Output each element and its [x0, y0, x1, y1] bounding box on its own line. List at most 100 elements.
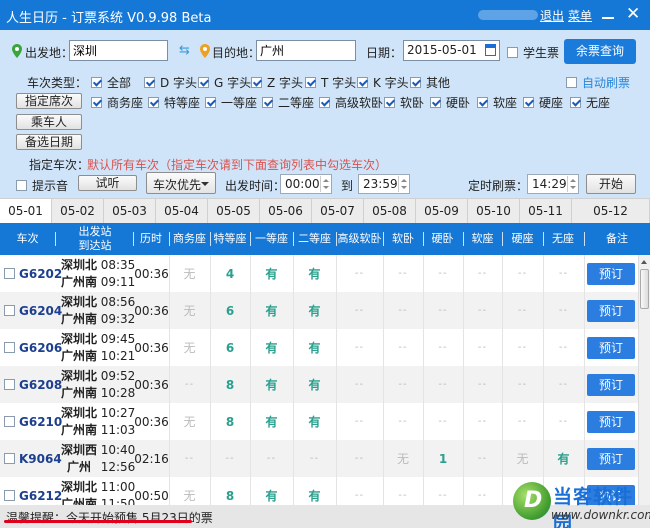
menu-link[interactable]: 菜单	[568, 7, 592, 24]
date-tab[interactable]: 05-02	[52, 199, 104, 223]
train-number[interactable]: G6208	[19, 378, 62, 392]
checkbox[interactable]	[430, 97, 441, 108]
student-ticket-checkbox[interactable]: 学生票	[507, 44, 559, 61]
book-button[interactable]: 预订	[587, 337, 635, 359]
checkbox[interactable]	[319, 97, 330, 108]
checkbox[interactable]	[262, 97, 273, 108]
train-number[interactable]: K9064	[19, 452, 62, 466]
book-button[interactable]: 预订	[587, 448, 635, 470]
train-type-other[interactable]: 其他	[410, 74, 450, 91]
select-train-checkbox[interactable]	[4, 268, 15, 279]
checkbox[interactable]	[410, 77, 421, 88]
checkbox[interactable]	[148, 97, 159, 108]
seat-special[interactable]: 特等座	[148, 94, 200, 111]
train-type-d[interactable]: D 字头	[144, 74, 197, 91]
train-number[interactable]: G6206	[19, 341, 62, 355]
table-row[interactable]: G6208 深圳北 广州南 09:52 10:28 00:36 -- 8 有 有 -- -- -- -- -…	[0, 366, 638, 403]
start-button[interactable]: 开始	[586, 174, 636, 194]
select-train-checkbox[interactable]	[4, 342, 15, 353]
select-train-checkbox[interactable]	[4, 305, 15, 316]
date-input[interactable]: 2015-05-01	[403, 40, 500, 61]
checkbox[interactable]	[566, 77, 577, 88]
from-input[interactable]	[69, 40, 168, 61]
swap-icon[interactable]: ⇆	[179, 43, 190, 58]
date-tab[interactable]: 05-01	[0, 199, 52, 223]
spinner-arrows-icon[interactable]	[398, 176, 408, 192]
date-tab[interactable]: 05-10	[468, 199, 520, 223]
seat-business[interactable]: 商务座	[91, 94, 143, 111]
sound-checkbox[interactable]: 提示音	[16, 177, 68, 194]
alt-date-button[interactable]: 备选日期	[16, 134, 82, 150]
train-type-z[interactable]: Z 字头	[251, 74, 303, 91]
date-tab[interactable]: 05-05	[208, 199, 260, 223]
train-number[interactable]: G6202	[19, 267, 62, 281]
book-button[interactable]: 预订	[587, 374, 635, 396]
checkbox[interactable]	[384, 97, 395, 108]
seat-second[interactable]: 二等座	[262, 94, 314, 111]
train-type-k[interactable]: K 字头	[357, 74, 409, 91]
seat-hard-seat[interactable]: 硬座	[523, 94, 563, 111]
train-number[interactable]: G6204	[19, 304, 62, 318]
specify-seat-button[interactable]: 指定席次	[16, 93, 82, 109]
query-button[interactable]: 余票查询	[564, 39, 636, 64]
timer-spinner[interactable]: 14:29	[527, 174, 579, 194]
date-tab[interactable]: 05-11	[520, 199, 572, 223]
date-tab[interactable]: 05-07	[312, 199, 364, 223]
seat-no-seat[interactable]: 无座	[570, 94, 610, 111]
train-number[interactable]: G6212	[19, 489, 62, 503]
seat-soft-seat[interactable]: 软座	[477, 94, 517, 111]
auto-refresh-checkbox[interactable]: 自动刷票	[566, 74, 630, 91]
checkbox[interactable]	[91, 77, 102, 88]
checkbox[interactable]	[16, 180, 27, 191]
checkbox[interactable]	[477, 97, 488, 108]
depart-to-spinner[interactable]: 23:59	[358, 174, 410, 194]
priority-select[interactable]: 车次优先	[146, 172, 216, 194]
checkbox[interactable]	[144, 77, 155, 88]
table-row[interactable]: G6202 深圳北 广州南 08:35 09:11 00:36 无 4 有 有 -- -- -- -- --…	[0, 255, 638, 292]
checkbox[interactable]	[91, 97, 102, 108]
train-type-g[interactable]: G 字头	[198, 74, 251, 91]
select-train-checkbox[interactable]	[4, 379, 15, 390]
date-tab[interactable]: 05-09	[416, 199, 468, 223]
select-train-checkbox[interactable]	[4, 416, 15, 427]
table-row[interactable]: G6204 深圳北 广州南 08:56 09:32 00:36 无 6 有 有 -- -- -- -- --…	[0, 292, 638, 329]
close-icon[interactable]: ✕	[626, 4, 640, 24]
date-tab[interactable]: 05-12	[572, 199, 650, 223]
checkbox[interactable]	[251, 77, 262, 88]
checkbox[interactable]	[523, 97, 534, 108]
checkbox[interactable]	[357, 77, 368, 88]
seat-soft-sleeper[interactable]: 软卧	[384, 94, 424, 111]
spinner-arrows-icon[interactable]	[567, 176, 577, 192]
table-row[interactable]: G6206 深圳北 广州南 09:45 10:21 00:36 无 6 有 有 -- -- -- -- --…	[0, 329, 638, 366]
book-button[interactable]: 预订	[587, 263, 635, 285]
checkbox[interactable]	[205, 97, 216, 108]
date-tab[interactable]: 05-03	[104, 199, 156, 223]
to-input[interactable]	[256, 40, 356, 61]
minimize-icon[interactable]	[602, 7, 616, 21]
passenger-button[interactable]: 乘车人	[16, 114, 82, 130]
checkbox[interactable]	[570, 97, 581, 108]
train-type-all[interactable]: 全部	[91, 74, 131, 91]
select-train-checkbox[interactable]	[4, 453, 15, 464]
calendar-icon[interactable]	[485, 44, 496, 56]
depart-from-spinner[interactable]: 00:00	[280, 174, 332, 194]
table-row[interactable]: K9064 深圳西 广州 10:40 12:56 02:16 -- -- -- -- -- 无 1 -- 无…	[0, 440, 638, 477]
table-scrollbar[interactable]	[638, 255, 650, 505]
date-tab[interactable]: 05-04	[156, 199, 208, 223]
date-tab[interactable]: 05-06	[260, 199, 312, 223]
train-number[interactable]: G6210	[19, 415, 62, 429]
seat-first[interactable]: 一等座	[205, 94, 257, 111]
train-type-t[interactable]: T 字头	[305, 74, 356, 91]
logout-link[interactable]: 退出	[540, 7, 564, 24]
book-button[interactable]: 预订	[587, 411, 635, 433]
seat-deluxe-sleeper[interactable]: 高级软卧	[319, 94, 383, 111]
select-train-checkbox[interactable]	[4, 490, 15, 501]
listen-button[interactable]: 试听	[78, 175, 137, 191]
student-checkbox-box[interactable]	[507, 47, 518, 58]
seat-hard-sleeper[interactable]: 硬卧	[430, 94, 470, 111]
checkbox[interactable]	[198, 77, 209, 88]
scroll-thumb[interactable]	[640, 269, 649, 309]
checkbox[interactable]	[305, 77, 316, 88]
spinner-arrows-icon[interactable]	[320, 176, 330, 192]
date-tab[interactable]: 05-08	[364, 199, 416, 223]
